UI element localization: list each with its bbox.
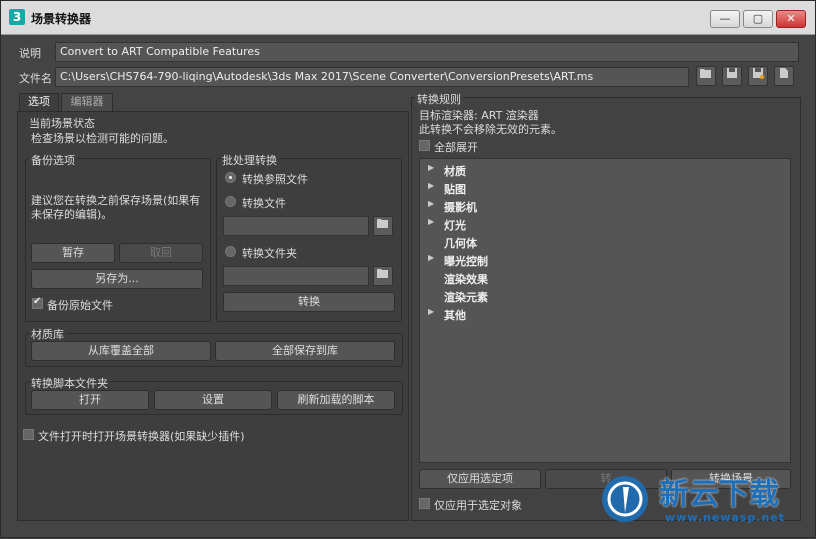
convert-button[interactable]: 转换 (223, 292, 395, 312)
convert-folder-radio[interactable] (225, 246, 236, 257)
apply-selected-button[interactable]: 仅应用选定项 (419, 469, 541, 489)
fetch-button[interactable]: 取回 (119, 243, 203, 263)
expand-all-checkbox[interactable] (419, 140, 430, 151)
rules-tree: ▶ 材质 ▶ 贴图 ▶ 摄影机 ▶ 灯光 几何体 ▶ 曝光控制 渲染效果 渲染元素 ▶ 其他 (419, 158, 791, 463)
expand-arrow-icon[interactable]: ▶ (428, 217, 434, 226)
maximize-button[interactable]: ▢ (743, 10, 773, 28)
open-folder-icon[interactable] (696, 66, 716, 86)
tree-item-lights[interactable]: ▶ 灯光 (420, 217, 790, 235)
tab-options[interactable]: 选项 (19, 93, 59, 111)
script-settings-button[interactable]: 设置 (154, 390, 272, 410)
tree-item-render-effects[interactable]: 渲染效果 (420, 271, 790, 289)
tree-item-cameras[interactable]: ▶ 摄影机 (420, 199, 790, 217)
expand-arrow-icon[interactable]: ▶ (428, 181, 434, 190)
tree-item-maps[interactable]: ▶ 贴图 (420, 181, 790, 199)
open-on-load-checkbox[interactable] (23, 429, 34, 440)
convert-file-field[interactable] (223, 216, 369, 236)
backup-advice-line2: 未保存的编辑)。 (31, 208, 113, 221)
tab-editor[interactable]: 编辑器 (61, 93, 113, 111)
backup-original-checkbox[interactable] (32, 296, 43, 309)
description-field[interactable]: Convert to ART Compatible Features (55, 42, 799, 62)
watermark-url: www.newasp.net (665, 511, 785, 524)
backup-original-label: 备份原始文件 (47, 299, 113, 312)
expand-all-label: 全部展开 (434, 141, 478, 154)
expand-arrow-icon[interactable]: ▶ (428, 253, 434, 262)
filename-label: 文件名 (19, 72, 52, 85)
open-on-load-label: 文件打开时打开场景转换器(如果缺少插件) (38, 430, 245, 443)
tree-item-render-elements[interactable]: 渲染元素 (420, 289, 790, 307)
expand-arrow-icon[interactable]: ▶ (428, 307, 434, 316)
scene-status-title: 当前场景状态 (29, 117, 95, 130)
watermark-logo-icon (602, 476, 648, 522)
description-label: 说明 (19, 47, 41, 60)
close-button[interactable]: ✕ (776, 10, 806, 28)
tree-item-other[interactable]: ▶ 其他 (420, 307, 790, 325)
browse-file-folder-icon[interactable] (373, 216, 393, 236)
watermark-brand: 新云下载 (659, 477, 779, 512)
expand-arrow-icon[interactable]: ▶ (428, 199, 434, 208)
overwrite-from-library-button[interactable]: 从库覆盖全部 (31, 341, 211, 361)
save-as-icon[interactable] (748, 66, 768, 86)
convert-folder-field[interactable] (223, 266, 369, 286)
convert-folder-label: 转换文件夹 (242, 247, 297, 260)
browse-folder-icon[interactable] (373, 266, 393, 286)
save-as-button[interactable]: 另存为... (31, 269, 203, 289)
scene-converter-window: 3 场景转换器 — ▢ ✕ 说明 Convert to ART Compatib… (0, 0, 816, 538)
material-library-title: 材质库 (29, 326, 66, 342)
convert-file-label: 转换文件 (242, 197, 286, 210)
script-folder-title: 转换脚本文件夹 (29, 375, 110, 391)
tree-item-exposure[interactable]: ▶ 曝光控制 (420, 253, 790, 271)
title-bar: 3 场景转换器 — ▢ ✕ (1, 1, 815, 35)
selected-only-checkbox[interactable] (419, 498, 430, 509)
convert-file-radio[interactable] (225, 196, 236, 207)
hold-button[interactable]: 暂存 (31, 243, 115, 263)
selected-only-label: 仅应用于选定对象 (434, 499, 522, 512)
scene-status-text: 检查场景以检测可能的问题。 (31, 132, 174, 145)
app-icon: 3 (9, 9, 25, 25)
tree-item-materials[interactable]: ▶ 材质 (420, 163, 790, 181)
convert-refs-radio[interactable] (225, 172, 236, 183)
tree-item-geometry[interactable]: 几何体 (420, 235, 790, 253)
watermark: 新云下载 www.newasp.net (599, 467, 816, 539)
expand-arrow-icon[interactable]: ▶ (428, 163, 434, 172)
backup-title: 备份选项 (29, 152, 77, 168)
save-all-to-library-button[interactable]: 全部保存到库 (215, 341, 395, 361)
window-title: 场景转换器 (31, 12, 92, 26)
batch-title: 批处理转换 (220, 152, 279, 168)
filename-field[interactable]: C:\Users\CHS764-790-liqing\Autodesk\3ds … (55, 67, 689, 87)
convert-refs-label: 转换参照文件 (242, 173, 308, 186)
rules-note-text: 此转换不会移除无效的元素。 (419, 123, 562, 136)
rules-title: 转换规则 (415, 91, 463, 107)
save-icon[interactable] (722, 66, 742, 86)
minimize-button[interactable]: — (710, 10, 740, 28)
new-file-icon[interactable] (774, 66, 794, 86)
open-script-folder-button[interactable]: 打开 (31, 390, 149, 410)
refresh-scripts-button[interactable]: 刷新加载的脚本 (277, 390, 395, 410)
